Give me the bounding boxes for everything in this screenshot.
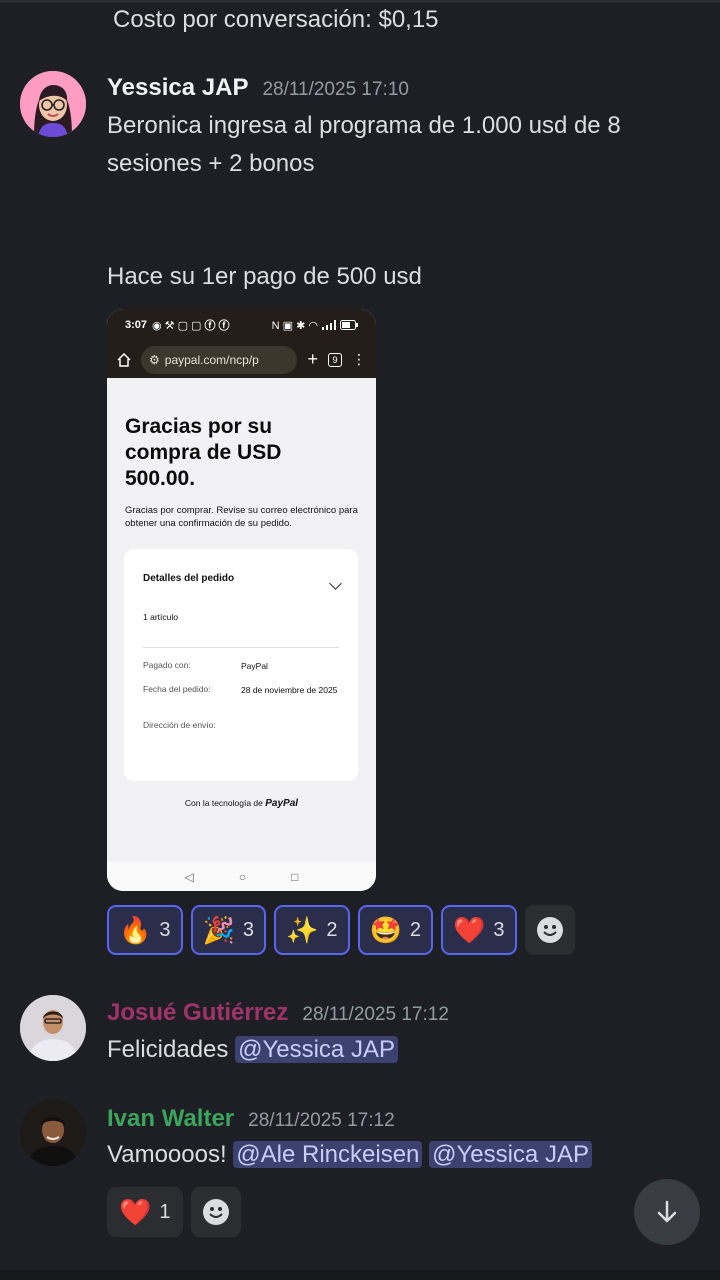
top-divider	[0, 0, 720, 3]
reaction-count: 3	[159, 918, 171, 941]
mention[interactable]: @Ale Rinckeisen	[233, 1141, 423, 1168]
timestamp: 28/11/2025 17:10	[262, 79, 409, 100]
home-icon	[117, 352, 131, 367]
reaction-heart[interactable]: ❤️ 1	[107, 1187, 183, 1237]
reaction-heart[interactable]: ❤️ 3	[441, 905, 517, 955]
signal-icon	[322, 320, 336, 330]
avatar[interactable]	[20, 71, 86, 137]
items-count: 1 artículo	[143, 612, 178, 622]
heart-icon: ❤️	[453, 915, 486, 945]
avatar[interactable]	[20, 995, 86, 1061]
footer-text: Con la tecnología de	[184, 798, 263, 808]
browser-toolbar: ⚙ paypal.com/ncp/p + 9 ⋮	[107, 341, 376, 378]
scroll-to-bottom-button[interactable]	[634, 1179, 700, 1245]
divider	[143, 647, 339, 648]
message-text: Felicidades	[107, 1036, 229, 1063]
paypal-footer: Con la tecnología de PayPal	[107, 798, 376, 809]
avatar-josue-icon	[20, 995, 86, 1061]
more-menu-icon: ⋮	[352, 351, 366, 367]
message-text: Vamoooos!	[107, 1141, 227, 1168]
smiley-icon	[202, 1199, 229, 1225]
add-reaction-button[interactable]	[190, 1187, 241, 1237]
reaction-count: 3	[493, 918, 505, 941]
message-line: Beronica ingresa al programa de 1.000 us…	[107, 112, 621, 139]
reaction-sparkles[interactable]: ✨ 2	[274, 905, 350, 955]
author-name[interactable]: Ivan Walter	[107, 1105, 234, 1133]
previous-message-text: Costo por conversación: $0,15	[113, 6, 439, 33]
image-attachment[interactable]: 3:07 ◉ ⚒ ▢ ▢ ⓕ ⓕ N ▣ ✱ ◠ ⚙ paypal.com/nc…	[107, 309, 376, 891]
reaction-party[interactable]: 🎉 3	[190, 905, 266, 955]
reactions-bar: ❤️ 1	[107, 1187, 241, 1237]
message-body: Felicidades @Yessica JAP	[107, 1031, 398, 1069]
order-date-value: 28 de noviembre de 2025	[241, 685, 338, 695]
timestamp: 28/11/2025 17:12	[302, 1004, 449, 1025]
heart-icon: ❤️	[119, 1197, 152, 1227]
browser-url-bar: ⚙ paypal.com/ncp/p	[141, 345, 298, 374]
message-header: Josué Gutiérrez 28/11/2025 17:12	[107, 999, 449, 1027]
reaction-count: 1	[159, 1200, 171, 1223]
message-line: Hace su 1er pago de 500 usd	[107, 263, 422, 290]
reactions-bar: 🔥 3 🎉 3 ✨ 2 🤩 2 ❤️ 3	[107, 905, 575, 955]
reaction-star-struck[interactable]: 🤩 2	[357, 905, 433, 955]
order-date-label: Fecha del pedido:	[143, 684, 211, 694]
site-settings-icon: ⚙	[149, 352, 160, 367]
paypal-description: Gracias por comprar. Revise su correo el…	[125, 505, 358, 529]
message-line: sesiones + 2 bonos	[107, 150, 315, 177]
tabs-count-icon: 9	[328, 352, 342, 367]
avatar-yessica-icon	[20, 71, 86, 137]
arrow-down-icon	[657, 1200, 677, 1223]
signal-icons: N ▣ ✱ ◠	[272, 319, 358, 332]
order-details-title: Detalles del pedido	[143, 573, 235, 584]
reaction-count: 2	[326, 918, 338, 941]
phone-nav-bar: ◁ ○ □	[107, 862, 376, 891]
smiley-icon	[536, 917, 563, 943]
author-name[interactable]: Yessica JAP	[107, 74, 248, 102]
battery-icon	[340, 320, 358, 330]
timestamp: 28/11/2025 17:12	[248, 1110, 395, 1131]
reaction-count: 3	[242, 918, 254, 941]
home-nav-icon: ○	[238, 869, 247, 884]
author-name[interactable]: Josué Gutiérrez	[107, 999, 288, 1027]
paypal-logo: PayPal	[265, 798, 299, 809]
shipping-label: Dirección de envío:	[143, 720, 216, 730]
bottom-bar	[0, 1270, 720, 1280]
star-struck-icon: 🤩	[369, 915, 402, 945]
message-header: Yessica JAP 28/11/2025 17:10	[107, 74, 409, 102]
notification-icons: ◉ ⚒ ▢ ▢ ⓕ ⓕ	[152, 320, 230, 332]
back-nav-icon: ◁	[184, 869, 194, 884]
sparkles-icon: ✨	[286, 915, 319, 945]
mention[interactable]: @Yessica JAP	[429, 1141, 592, 1168]
reaction-count: 2	[409, 918, 421, 941]
avatar-ivan-icon	[20, 1100, 86, 1166]
paid-with-label: Pagado con:	[143, 660, 191, 670]
phone-time: 3:07	[125, 319, 148, 331]
message-header: Ivan Walter 28/11/2025 17:12	[107, 1105, 395, 1133]
order-details-card: Detalles del pedido 1 artículo Pagado co…	[124, 549, 358, 781]
reaction-fire[interactable]: 🔥 3	[107, 905, 183, 955]
fire-icon: 🔥	[119, 915, 152, 945]
chevron-down-icon	[329, 577, 342, 590]
new-tab-icon: +	[307, 349, 318, 369]
browser-url: paypal.com/ncp/p	[164, 352, 259, 367]
avatar[interactable]	[20, 1100, 86, 1166]
recents-nav-icon: □	[291, 869, 299, 884]
mention[interactable]: @Yessica JAP	[235, 1036, 398, 1063]
message-body: Vamoooos! @Ale Rinckeisen @Yessica JAP	[107, 1136, 592, 1174]
add-reaction-button[interactable]	[524, 905, 575, 955]
paypal-page: Gracias por su compra de USD 500.00. Gra…	[107, 378, 376, 862]
party-popper-icon: 🎉	[202, 915, 235, 945]
paypal-title: Gracias por su compra de USD 500.00.	[125, 415, 282, 490]
paid-with-value: PayPal	[241, 661, 268, 671]
phone-status-bar: 3:07 ◉ ⚒ ▢ ▢ ⓕ ⓕ N ▣ ✱ ◠	[107, 309, 376, 341]
